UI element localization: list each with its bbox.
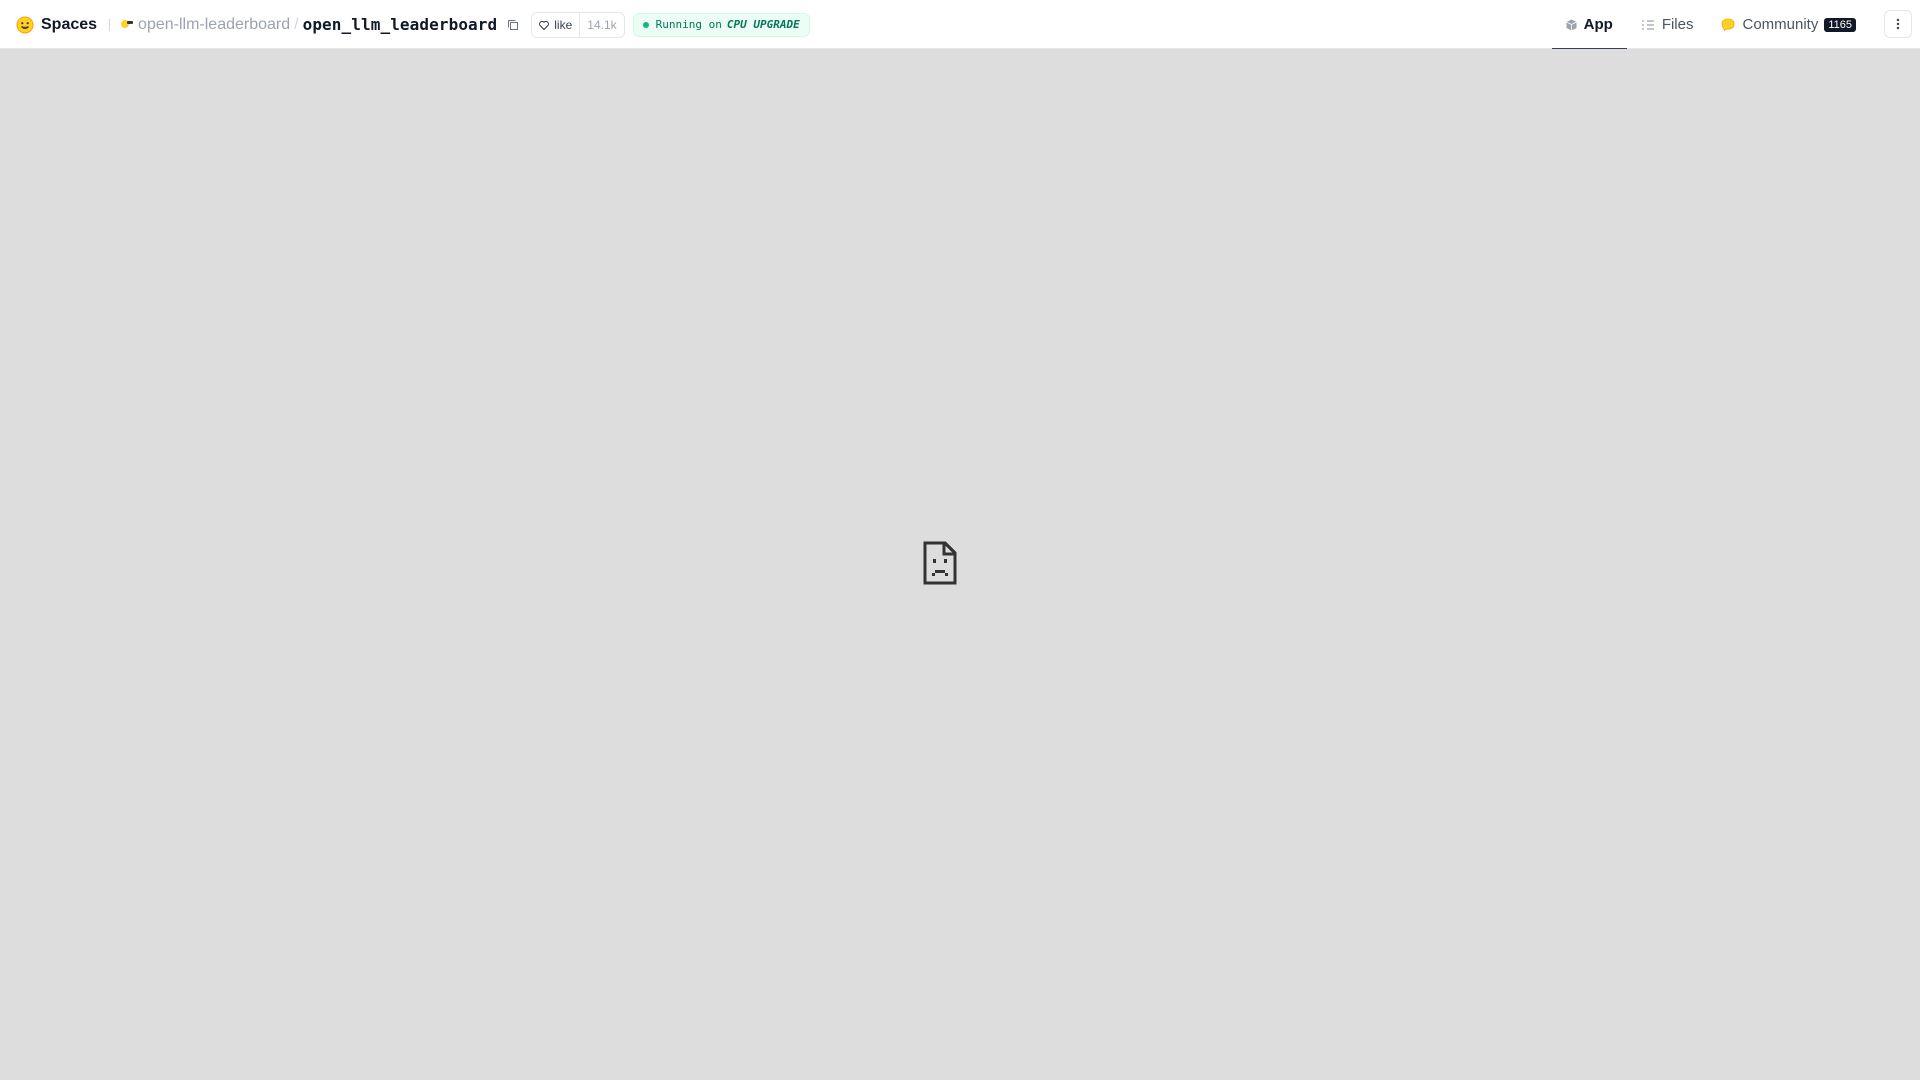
vertical-dots-icon (1896, 18, 1900, 30)
tab-app-label: App (1583, 16, 1613, 33)
huggingface-logo-icon (16, 16, 34, 33)
tab-files-label: Files (1661, 16, 1694, 33)
space-tabs: App Files Community 1165 (1551, 0, 1920, 50)
heart-icon (539, 20, 550, 30)
copy-icon (508, 19, 519, 30)
like-label: like (554, 17, 573, 32)
community-icon (1722, 18, 1735, 31)
tab-community-label: Community (1742, 16, 1819, 33)
top-navigation-bar: Spaces open-llm-leaderboard / open_llm_l… (0, 0, 1920, 50)
tab-community[interactable]: Community 1165 (1707, 0, 1870, 49)
tab-files[interactable]: Files (1627, 0, 1708, 49)
more-options-button[interactable] (1884, 10, 1912, 38)
tab-app[interactable]: App (1551, 0, 1627, 50)
status-badge[interactable]: Running on CPU UPGRADE (632, 12, 810, 37)
like-button[interactable]: like (532, 13, 579, 37)
divider (109, 18, 111, 31)
sad-file-icon (923, 541, 957, 585)
org-avatar-icon (121, 19, 134, 28)
breadcrumb: Spaces open-llm-leaderboard / open_llm_l… (16, 0, 810, 49)
community-count-badge: 1165 (1824, 17, 1856, 32)
files-icon (1641, 19, 1654, 30)
spaces-label: Spaces (41, 15, 98, 33)
app-iframe-area (0, 49, 1920, 1080)
repo-name-link[interactable]: open_llm_leaderboard (303, 15, 498, 34)
cube-icon (1565, 19, 1577, 30)
like-count[interactable]: 14.1k (579, 12, 623, 37)
like-control: like 14.1k (531, 11, 625, 38)
status-text: Running on (655, 18, 722, 31)
status-dot-icon (642, 21, 649, 28)
spaces-home-link[interactable]: Spaces (16, 16, 97, 34)
copy-repo-name-button[interactable] (505, 17, 521, 33)
status-hardware: CPU UPGRADE (726, 18, 800, 31)
breadcrumb-separator: / (294, 15, 299, 33)
owner-link[interactable]: open-llm-leaderboard (138, 16, 290, 34)
